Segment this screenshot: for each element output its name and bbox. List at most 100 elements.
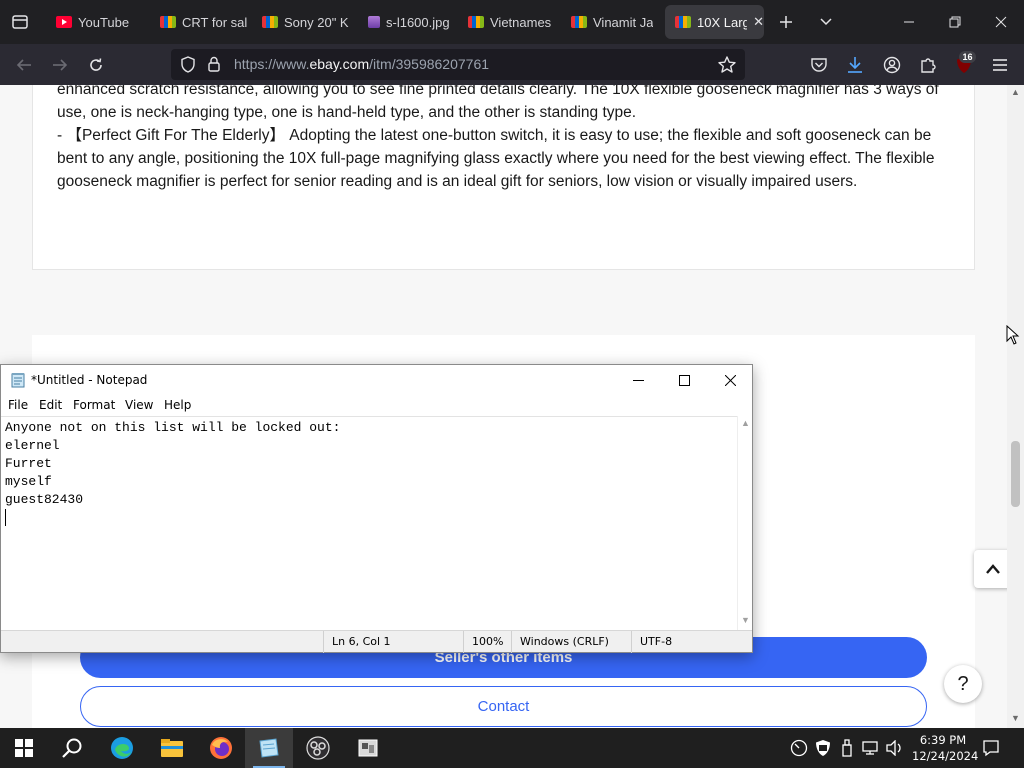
restore-button[interactable] [932, 0, 978, 44]
close-icon [995, 16, 1007, 28]
bookmark-star-icon[interactable] [718, 56, 736, 78]
taskbar-file-explorer[interactable] [148, 728, 196, 768]
edge-icon [111, 737, 133, 759]
reload-icon [90, 58, 102, 71]
menu-format[interactable]: Format [73, 398, 115, 412]
list-all-tabs-button[interactable] [814, 10, 838, 34]
tray-volume-icon[interactable] [884, 738, 904, 758]
contact-seller-button[interactable]: Contact [80, 686, 927, 727]
taskbar-notepad[interactable] [245, 728, 293, 768]
tracking-protection-shield-icon[interactable] [180, 56, 196, 78]
tray-network-icon[interactable] [860, 738, 880, 758]
notepad-close-button[interactable] [707, 365, 753, 395]
tab-label: CRT for sal [182, 14, 248, 30]
taskbar-search-button[interactable] [48, 728, 96, 768]
notification-center-icon[interactable] [981, 738, 1001, 758]
menu-file[interactable]: File [8, 398, 28, 412]
tab-vinamit[interactable]: Vinamit Ja [561, 5, 661, 39]
close-icon [724, 374, 736, 386]
windows-taskbar: 6:39 PM 12/24/2024 [0, 728, 1024, 768]
back-button[interactable] [11, 52, 37, 78]
puzzle-piece-icon [921, 58, 936, 73]
clock-date: 12/24/2024 [912, 749, 979, 763]
youtube-favicon-icon [56, 16, 72, 28]
scroll-down-arrow-icon[interactable]: ▼ [1011, 713, 1020, 723]
navigation-toolbar: https://www.ebay.com/itm/395986207761 16 [0, 44, 1024, 85]
tab-label: 10X Larg [697, 14, 748, 30]
scroll-up-arrow-icon[interactable]: ▲ [741, 418, 750, 428]
taskbar-app[interactable] [344, 728, 392, 768]
encoding: UTF-8 [631, 631, 752, 653]
blocked-count-badge: 16 [959, 51, 976, 63]
menu-button[interactable] [987, 52, 1013, 78]
tab-10x-magnifier[interactable]: 10X Larg ✕ [665, 5, 764, 39]
text-caret [5, 509, 6, 526]
taskbar-obs[interactable] [294, 728, 342, 768]
file-explorer-icon [161, 739, 183, 757]
reload-button[interactable] [83, 52, 109, 78]
start-button[interactable] [0, 728, 48, 768]
taskbar-clock[interactable]: 6:39 PM 12/24/2024 [912, 732, 979, 764]
pocket-button[interactable] [806, 52, 832, 78]
hamburger-menu-icon [993, 59, 1007, 71]
lock-icon[interactable] [207, 56, 221, 78]
scroll-up-arrow-icon[interactable]: ▲ [1011, 87, 1020, 97]
search-icon [62, 738, 82, 758]
notepad-title-bar[interactable]: *Untitled - Notepad [1, 365, 752, 396]
notepad-maximize-button[interactable] [661, 365, 707, 395]
clock-time: 6:39 PM [919, 733, 967, 747]
menu-help[interactable]: Help [164, 398, 191, 412]
firefox-view-icon [12, 15, 28, 29]
close-window-button[interactable] [978, 0, 1024, 44]
text-line: Anyone not on this list will be locked o… [5, 420, 341, 435]
minimize-icon [904, 21, 914, 23]
text-line: Furret [5, 456, 52, 471]
tray-timer-icon[interactable] [789, 738, 809, 758]
menu-edit[interactable]: Edit [39, 398, 62, 412]
ebay-favicon-icon [675, 16, 691, 28]
help-button[interactable]: ? [944, 665, 982, 703]
url-path: /itm/395986207761 [369, 56, 490, 72]
arrow-right-icon [53, 59, 68, 71]
close-tab-icon[interactable]: ✕ [753, 14, 764, 30]
scroll-down-arrow-icon[interactable]: ▼ [741, 615, 750, 625]
notepad-minimize-button[interactable] [615, 365, 661, 395]
ebay-favicon-icon [262, 16, 278, 28]
downloads-button[interactable] [842, 52, 868, 78]
tab-image[interactable]: s-l1600.jpg [358, 5, 458, 39]
chevron-down-icon [820, 18, 832, 26]
browser-tab-strip: YouTube CRT for sal Sony 20" K s-l1600.j… [0, 0, 1024, 44]
account-button[interactable] [879, 52, 905, 78]
url-scheme: https://www. [234, 56, 310, 72]
notepad-text-area[interactable]: Anyone not on this list will be locked o… [1, 416, 737, 630]
taskbar-firefox[interactable] [197, 728, 245, 768]
scrollbar-thumb[interactable] [1011, 441, 1020, 507]
extensions-button[interactable] [915, 52, 941, 78]
firefox-view-button[interactable] [6, 8, 34, 36]
mouse-cursor-icon [1006, 325, 1020, 345]
notepad-scrollbar[interactable]: ▲ ▼ [737, 416, 752, 630]
tab-sony[interactable]: Sony 20" K [252, 5, 352, 39]
notepad-window: *Untitled - Notepad File Edit Format Vie… [0, 364, 753, 653]
tab-vietnamese[interactable]: Vietnames [458, 5, 558, 39]
url-host: ebay.com [309, 56, 370, 72]
tab-youtube[interactable]: YouTube [46, 5, 148, 39]
minimize-button[interactable] [886, 0, 932, 44]
tray-usb-icon[interactable] [837, 738, 857, 758]
url-text[interactable]: https://www.ebay.com/itm/395986207761 [234, 56, 489, 72]
plus-icon [780, 16, 792, 28]
download-icon [848, 57, 862, 73]
tab-crt-for-sale[interactable]: CRT for sal [150, 5, 250, 39]
tray-security-shield-icon[interactable] [813, 738, 833, 758]
page-scrollbar[interactable]: ▲ ▼ [1007, 85, 1024, 728]
tab-label: Vietnames [490, 14, 552, 30]
taskbar-edge[interactable] [98, 728, 146, 768]
notepad-title: *Untitled - Notepad [31, 373, 148, 387]
ebay-favicon-icon [571, 16, 587, 28]
forward-button[interactable] [47, 52, 73, 78]
address-bar[interactable]: https://www.ebay.com/itm/395986207761 [171, 49, 745, 80]
menu-view[interactable]: View [125, 398, 153, 412]
new-tab-button[interactable] [774, 10, 798, 34]
zoom-level: 100% [463, 631, 511, 653]
description-paragraph-1: enhanced scratch resistance, allowing yo… [57, 85, 939, 121]
